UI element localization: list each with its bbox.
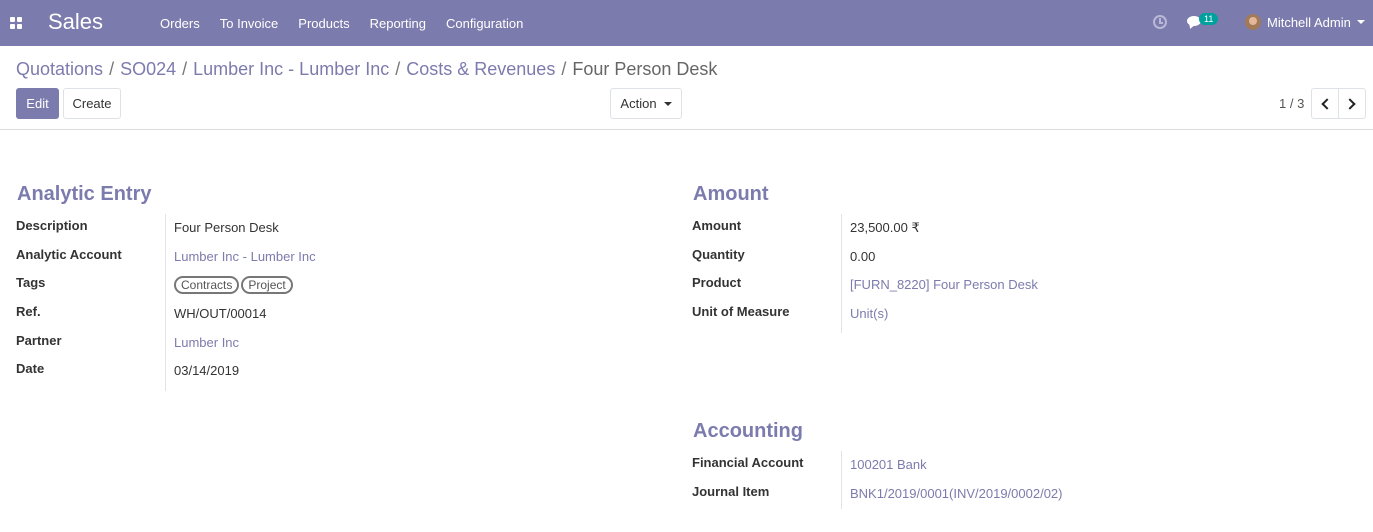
- menu-products[interactable]: Products: [288, 16, 359, 31]
- top-navbar: Sales Orders To Invoice Products Reporti…: [0, 0, 1373, 46]
- pager-value[interactable]: 1 / 3: [1279, 96, 1304, 111]
- financial-account-link[interactable]: 100201 Bank: [850, 457, 927, 472]
- amount-label: Amount: [692, 218, 742, 233]
- quantity-label: Quantity: [692, 247, 745, 262]
- journal-item-link[interactable]: BNK1/2019/0001(INV/2019/0002/02): [850, 486, 1063, 501]
- group-separator: [165, 214, 166, 391]
- partner-link[interactable]: Lumber Inc: [174, 335, 239, 350]
- uom-label: Unit of Measure: [692, 304, 790, 319]
- group-separator: [841, 451, 842, 509]
- create-button[interactable]: Create: [63, 88, 121, 119]
- control-panel-divider: [0, 129, 1373, 130]
- user-menu[interactable]: Mitchell Admin: [1245, 14, 1365, 30]
- breadcrumb-costs-revenues[interactable]: Costs & Revenues: [406, 59, 555, 79]
- journal-item-label: Journal Item: [692, 484, 770, 499]
- tag-project[interactable]: Project: [241, 276, 293, 294]
- chevron-right-icon: [1344, 97, 1356, 110]
- action-dropdown-button[interactable]: Action: [610, 88, 682, 119]
- analytic-entry-title: Analytic Entry: [17, 183, 152, 205]
- app-name: Sales: [48, 9, 104, 34]
- amount-value: 23,500.00 ₹: [850, 220, 920, 235]
- tag-contracts[interactable]: Contracts: [174, 276, 240, 294]
- pager-next-button[interactable]: [1338, 88, 1366, 119]
- partner-label: Partner: [16, 333, 62, 348]
- menu-to-invoice[interactable]: To Invoice: [210, 16, 289, 31]
- menu-reporting[interactable]: Reporting: [360, 16, 436, 31]
- menu-orders[interactable]: Orders: [150, 16, 210, 31]
- caret-down-icon: [1356, 20, 1365, 24]
- quantity-value: 0.00: [850, 249, 876, 264]
- activity-clock-icon[interactable]: [1153, 15, 1167, 29]
- main-menu: Orders To Invoice Products Reporting Con…: [150, 0, 533, 46]
- chevron-left-icon: [1321, 97, 1333, 110]
- action-label: Action: [620, 96, 657, 111]
- date-value: 03/14/2019: [174, 363, 240, 378]
- edit-button[interactable]: Edit: [16, 88, 59, 119]
- menu-configuration[interactable]: Configuration: [436, 16, 533, 31]
- breadcrumb-quotations[interactable]: Quotations: [16, 59, 103, 79]
- accounting-title: Accounting: [693, 420, 803, 442]
- breadcrumb-current: Four Person Desk: [572, 59, 718, 79]
- amount-title: Amount: [693, 183, 769, 205]
- description-value: Four Person Desk: [174, 220, 279, 235]
- uom-link[interactable]: Unit(s): [850, 306, 888, 321]
- caret-down-icon: [663, 101, 672, 106]
- apps-menu-icon[interactable]: [10, 17, 22, 29]
- analytic-account-link[interactable]: Lumber Inc - Lumber Inc: [174, 249, 316, 264]
- avatar: [1245, 14, 1261, 30]
- product-link[interactable]: [FURN_8220] Four Person Desk: [850, 277, 1038, 292]
- analytic-account-label: Analytic Account: [16, 247, 122, 262]
- user-name: Mitchell Admin: [1267, 14, 1351, 30]
- pager-previous-button[interactable]: [1311, 88, 1339, 119]
- breadcrumb-order[interactable]: SO024: [120, 59, 176, 79]
- product-label: Product: [692, 275, 742, 290]
- description-label: Description: [16, 218, 88, 233]
- breadcrumb: Quotations / SO024/Lumber Inc - Lumber Inc…: [16, 59, 718, 79]
- tags-field: Contracts Project: [174, 276, 295, 294]
- breadcrumb-customer[interactable]: Lumber Inc - Lumber Inc: [193, 59, 389, 79]
- tags-label: Tags: [16, 275, 46, 290]
- financial-account-label: Financial Account: [692, 455, 804, 470]
- ref-label: Ref.: [16, 304, 41, 319]
- group-separator: [841, 214, 842, 333]
- date-label: Date: [16, 361, 45, 376]
- message-count-badge: 11: [1199, 13, 1219, 25]
- ref-value: WH/OUT/00014: [174, 306, 267, 321]
